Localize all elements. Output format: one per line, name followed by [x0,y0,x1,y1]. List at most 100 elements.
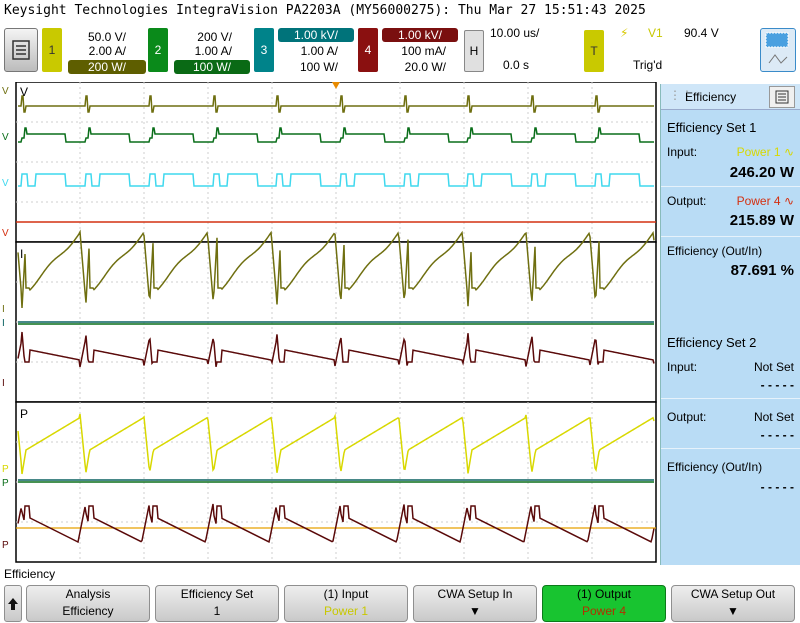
panel-menu-button[interactable] [769,86,795,108]
arrow-up-icon [8,597,18,610]
set2-input-dash: - - - - - [760,378,794,392]
set1-efficiency-value: 87.691 % [730,262,794,279]
app-title: Keysight Technologies IntegraVision PA22… [4,3,646,18]
channel-ground-marker: I [2,304,5,315]
channel-2-amps-scale: 1.00 A/ [194,44,232,58]
channel-1-volts-scale: 50.0 V/ [87,30,126,44]
set2-efficiency-label: Efficiency (Out/In) [667,460,763,474]
set2-input-value: Not Set [753,360,794,374]
panel-separator [661,398,800,399]
set1-efficiency-label: Efficiency (Out/In) [667,244,763,258]
horizontal-button[interactable]: H [464,30,484,72]
control-bar: 1 50.0 V/ 2.00 A/ 200 W/ 2 200 V/ 1.00 A… [0,24,800,80]
set2-title: Efficiency Set 2 [667,335,757,350]
softkey-output-value: Power 4 [581,604,627,618]
channel-2-number: 2 [154,43,162,57]
channel-2-volts-scale: 200 V/ [197,30,232,44]
softkey-output-label: (1) Output [576,587,632,601]
set1-input-source: Power 1 ∿ [737,145,794,159]
zoom-tool-button[interactable] [760,28,796,72]
set1-output-source: Power 4 ∿ [737,194,794,208]
channel-ground-marker: V [2,132,9,143]
softkey-output[interactable]: (1) Output Power 4 [542,585,666,622]
channel-3-button[interactable]: 3 [254,28,274,72]
softkey-up-button[interactable] [4,585,22,622]
panel-separator [661,236,800,237]
menu-icon [12,40,30,60]
channel-1-power-scale: 200 W/ [68,60,146,74]
panel-menu-icon [775,90,789,104]
trigger-slope-icon: ⚡ [620,26,629,40]
efficiency-panel: ⋮⋮ Efficiency Efficiency Set 1 Input: Po… [660,84,800,565]
set2-output-label: Output: [667,410,707,424]
power-grid-label: P [20,407,28,421]
horizontal-label: H [469,44,479,58]
set2-input-label: Input: [667,360,698,374]
set1-output-value: 215.89 W [729,212,794,229]
voltage-grid-label: V [20,85,28,99]
trigger-status: Trig'd [633,58,663,72]
status-bar: Efficiency [0,565,800,583]
set2-efficiency-dash: - - - - - [760,480,794,494]
panel-title: Efficiency [685,90,737,104]
channel-3-power-scale: 100 W/ [299,60,338,74]
arrow-down-icon: ▼ [727,604,739,618]
channel-ground-marker: P [2,540,9,551]
channel-3-number: 3 [260,43,268,57]
trigger-source: V1 [648,26,663,40]
trigger-button[interactable]: T [584,30,604,72]
set1-input-value: 246.20 W [729,164,794,181]
channel-ground-marker: I [2,378,5,389]
softkey-efficiency-set-value: 1 [213,604,221,618]
zoom-box-icon [765,32,789,64]
softkey-input-label: (1) Input [323,587,369,601]
channel-ground-marker: V [2,228,9,239]
channel-ground-marker: I [2,318,5,329]
channel-4-number: 4 [364,43,372,57]
channel-1-button[interactable]: 1 [42,28,62,72]
softkey-bar: Analysis Efficiency Efficiency Set 1 (1)… [0,583,800,623]
channel-3-volts-scale: 1.00 kV/ [278,28,354,42]
horizontal-delay: 0.0 s [503,58,530,72]
softkey-input[interactable]: (1) Input Power 1 [284,585,408,622]
menu-button[interactable] [4,28,38,72]
channel-ground-marker: V [2,178,9,189]
panel-separator [661,448,800,449]
softkey-cwa-setup-out[interactable]: CWA Setup Out ▼ [671,585,795,622]
trigger-level: 90.4 V [684,26,719,40]
channel-4-amps-scale: 100 mA/ [401,44,446,58]
set1-input-source-text: Power 1 [736,145,781,159]
channel-4-volts-scale: 1.00 kV/ [382,28,458,42]
channel-1-amps-scale: 2.00 A/ [88,44,126,58]
softkey-efficiency-set-label: Efficiency Set [180,587,254,601]
set2-output-dash: - - - - - [760,428,794,442]
channel-2-button[interactable]: 2 [148,28,168,72]
panel-separator [661,186,800,187]
title-bar: Keysight Technologies IntegraVision PA22… [0,0,800,24]
waveform-display[interactable]: VVVVIIIPPP V I P [0,81,660,565]
arrow-down-icon: ▼ [469,604,481,618]
set1-output-label: Output: [667,194,707,208]
set1-output-source-text: Power 4 [736,194,781,208]
channel-ground-marker: P [2,478,9,489]
channel-2-power-scale: 100 W/ [174,60,250,74]
panel-header: ⋮⋮ Efficiency [661,84,800,110]
softkey-analysis[interactable]: Analysis Efficiency [26,585,150,622]
waveform-icon: ∿ [783,145,794,159]
status-text: Efficiency [4,567,56,581]
set2-output-value: Not Set [753,410,794,424]
set1-input-label: Input: [667,145,698,159]
softkey-cwa-setup-out-label: CWA Setup Out [690,587,776,601]
softkey-cwa-setup-in[interactable]: CWA Setup In ▼ [413,585,537,622]
channel-4-button[interactable]: 4 [358,28,378,72]
channel-4-power-scale: 20.0 W/ [404,60,446,74]
softkey-input-value: Power 1 [323,604,369,618]
softkey-efficiency-set[interactable]: Efficiency Set 1 [155,585,279,622]
trigger-label: T [590,44,598,58]
softkey-analysis-label: Analysis [65,587,111,601]
horizontal-scale: 10.00 us/ [490,26,540,40]
set1-title: Efficiency Set 1 [667,120,757,135]
current-grid-label: I [20,247,23,261]
waveform-icon: ∿ [783,194,794,208]
channel-1-number: 1 [48,43,56,57]
